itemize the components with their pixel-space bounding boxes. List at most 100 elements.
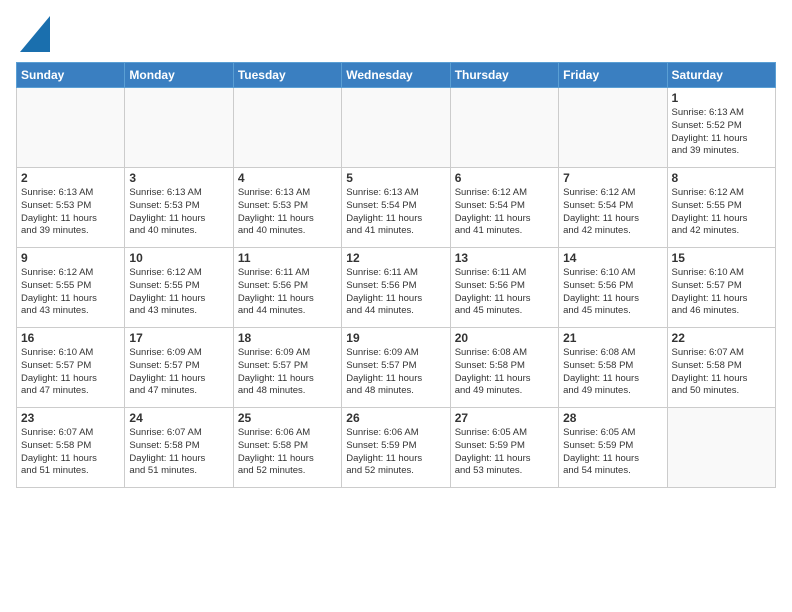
day-number: 11 [238,251,337,265]
day-info: Sunrise: 6:06 AM Sunset: 5:58 PM Dayligh… [238,427,337,478]
day-info: Sunrise: 6:13 AM Sunset: 5:53 PM Dayligh… [129,187,228,238]
day-number: 1 [672,91,771,105]
day-info: Sunrise: 6:05 AM Sunset: 5:59 PM Dayligh… [563,427,662,478]
day-number: 9 [21,251,120,265]
day-number: 8 [672,171,771,185]
day-info: Sunrise: 6:09 AM Sunset: 5:57 PM Dayligh… [129,347,228,398]
calendar-cell: 28 Sunrise: 6:05 AM Sunset: 5:59 PM Dayli… [559,408,667,488]
page-header [16,16,776,52]
weekday-row: SundayMondayTuesdayWednesdayThursdayFrid… [17,63,776,88]
day-number: 25 [238,411,337,425]
weekday-header: Sunday [17,63,125,88]
day-info: Sunrise: 6:13 AM Sunset: 5:53 PM Dayligh… [238,187,337,238]
day-number: 15 [672,251,771,265]
day-number: 2 [21,171,120,185]
calendar-cell [17,88,125,168]
day-info: Sunrise: 6:08 AM Sunset: 5:58 PM Dayligh… [563,347,662,398]
calendar-cell [667,408,775,488]
calendar-cell: 4 Sunrise: 6:13 AM Sunset: 5:53 PM Daylig… [233,168,341,248]
calendar-cell: 7Sunrise: 6:12 AM Sunset: 5:54 PM Daylig… [559,168,667,248]
calendar-cell: 27 Sunrise: 6:05 AM Sunset: 5:59 PM Dayli… [450,408,558,488]
calendar-row: 16 Sunrise: 6:10 AM Sunset: 5:57 PM Dayli… [17,328,776,408]
day-number: 26 [346,411,445,425]
calendar-row: 2 Sunrise: 6:13 AM Sunset: 5:53 PM Daylig… [17,168,776,248]
day-number: 19 [346,331,445,345]
day-number: 16 [21,331,120,345]
calendar-cell: 10 Sunrise: 6:12 AM Sunset: 5:55 PM Dayli… [125,248,233,328]
calendar-cell: 13Sunrise: 6:11 AM Sunset: 5:56 PM Dayli… [450,248,558,328]
day-info: Sunrise: 6:12 AM Sunset: 5:55 PM Dayligh… [672,187,771,238]
day-number: 3 [129,171,228,185]
calendar-cell: 25 Sunrise: 6:06 AM Sunset: 5:58 PM Dayli… [233,408,341,488]
logo [16,16,50,52]
calendar-cell: 23 Sunrise: 6:07 AM Sunset: 5:58 PM Dayli… [17,408,125,488]
calendar-cell: 11 Sunrise: 6:11 AM Sunset: 5:56 PM Dayli… [233,248,341,328]
calendar-row: 23 Sunrise: 6:07 AM Sunset: 5:58 PM Dayli… [17,408,776,488]
day-info: Sunrise: 6:09 AM Sunset: 5:57 PM Dayligh… [238,347,337,398]
calendar-cell: 6 Sunrise: 6:12 AM Sunset: 5:54 PM Daylig… [450,168,558,248]
day-info: Sunrise: 6:13 AM Sunset: 5:54 PM Dayligh… [346,187,445,238]
weekday-header: Wednesday [342,63,450,88]
weekday-header: Saturday [667,63,775,88]
weekday-header: Thursday [450,63,558,88]
calendar-cell: 21Sunrise: 6:08 AM Sunset: 5:58 PM Dayli… [559,328,667,408]
day-number: 28 [563,411,662,425]
day-number: 14 [563,251,662,265]
day-info: Sunrise: 6:12 AM Sunset: 5:55 PM Dayligh… [21,267,120,318]
calendar-cell: 22 Sunrise: 6:07 AM Sunset: 5:58 PM Dayli… [667,328,775,408]
calendar-cell: 5 Sunrise: 6:13 AM Sunset: 5:54 PM Daylig… [342,168,450,248]
day-number: 6 [455,171,554,185]
calendar-cell: 1 Sunrise: 6:13 AM Sunset: 5:52 PM Daylig… [667,88,775,168]
day-info: Sunrise: 6:07 AM Sunset: 5:58 PM Dayligh… [672,347,771,398]
calendar-cell: 18 Sunrise: 6:09 AM Sunset: 5:57 PM Dayli… [233,328,341,408]
calendar-cell: 9 Sunrise: 6:12 AM Sunset: 5:55 PM Daylig… [17,248,125,328]
day-info: Sunrise: 6:07 AM Sunset: 5:58 PM Dayligh… [21,427,120,478]
weekday-header: Tuesday [233,63,341,88]
day-number: 27 [455,411,554,425]
day-info: Sunrise: 6:12 AM Sunset: 5:55 PM Dayligh… [129,267,228,318]
calendar-table: SundayMondayTuesdayWednesdayThursdayFrid… [16,62,776,488]
calendar-cell: 3 Sunrise: 6:13 AM Sunset: 5:53 PM Daylig… [125,168,233,248]
day-info: Sunrise: 6:09 AM Sunset: 5:57 PM Dayligh… [346,347,445,398]
day-number: 4 [238,171,337,185]
calendar-cell: 8 Sunrise: 6:12 AM Sunset: 5:55 PM Daylig… [667,168,775,248]
day-number: 23 [21,411,120,425]
calendar-body: 1 Sunrise: 6:13 AM Sunset: 5:52 PM Daylig… [17,88,776,488]
calendar-cell [342,88,450,168]
logo-icon [20,16,50,52]
day-info: Sunrise: 6:05 AM Sunset: 5:59 PM Dayligh… [455,427,554,478]
calendar-cell: 12 Sunrise: 6:11 AM Sunset: 5:56 PM Dayli… [342,248,450,328]
day-number: 17 [129,331,228,345]
day-info: Sunrise: 6:07 AM Sunset: 5:58 PM Dayligh… [129,427,228,478]
calendar-cell: 24 Sunrise: 6:07 AM Sunset: 5:58 PM Dayli… [125,408,233,488]
day-info: Sunrise: 6:13 AM Sunset: 5:52 PM Dayligh… [672,107,771,158]
day-number: 18 [238,331,337,345]
day-info: Sunrise: 6:06 AM Sunset: 5:59 PM Dayligh… [346,427,445,478]
calendar-cell [233,88,341,168]
day-info: Sunrise: 6:08 AM Sunset: 5:58 PM Dayligh… [455,347,554,398]
weekday-header: Friday [559,63,667,88]
calendar-header: SundayMondayTuesdayWednesdayThursdayFrid… [17,63,776,88]
calendar-cell: 15 Sunrise: 6:10 AM Sunset: 5:57 PM Dayli… [667,248,775,328]
day-info: Sunrise: 6:12 AM Sunset: 5:54 PM Dayligh… [455,187,554,238]
day-number: 22 [672,331,771,345]
calendar-cell: 16 Sunrise: 6:10 AM Sunset: 5:57 PM Dayli… [17,328,125,408]
day-number: 7 [563,171,662,185]
day-number: 10 [129,251,228,265]
day-number: 12 [346,251,445,265]
calendar-cell: 2Sunrise: 6:13 AM Sunset: 5:53 PM Daylig… [17,168,125,248]
calendar-cell [450,88,558,168]
day-info: Sunrise: 6:10 AM Sunset: 5:57 PM Dayligh… [21,347,120,398]
weekday-header: Monday [125,63,233,88]
day-info: Sunrise: 6:11 AM Sunset: 5:56 PM Dayligh… [238,267,337,318]
day-number: 13 [455,251,554,265]
calendar-cell: 20 Sunrise: 6:08 AM Sunset: 5:58 PM Dayli… [450,328,558,408]
day-number: 5 [346,171,445,185]
calendar-cell: 17 Sunrise: 6:09 AM Sunset: 5:57 PM Dayli… [125,328,233,408]
calendar-cell: 26 Sunrise: 6:06 AM Sunset: 5:59 PM Dayli… [342,408,450,488]
day-number: 20 [455,331,554,345]
day-info: Sunrise: 6:10 AM Sunset: 5:56 PM Dayligh… [563,267,662,318]
day-info: Sunrise: 6:10 AM Sunset: 5:57 PM Dayligh… [672,267,771,318]
day-info: Sunrise: 6:11 AM Sunset: 5:56 PM Dayligh… [346,267,445,318]
day-number: 24 [129,411,228,425]
